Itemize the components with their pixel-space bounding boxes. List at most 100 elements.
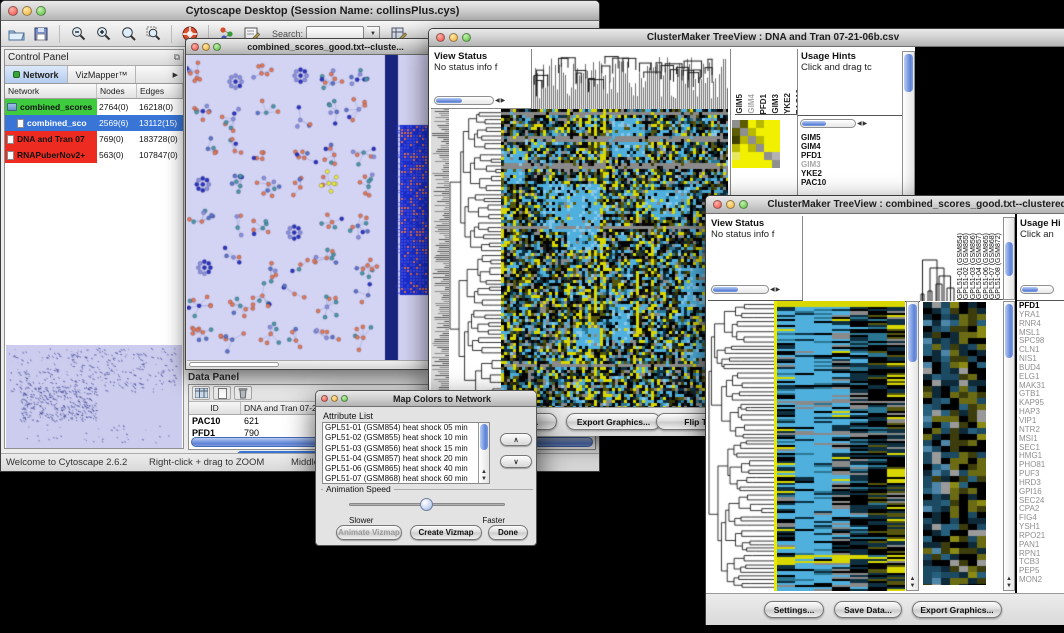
save-icon[interactable] xyxy=(30,24,52,44)
network-table-row[interactable]: DNA and Tran 07769(0)183728(0) xyxy=(5,131,183,147)
settings-button[interactable]: Settings... xyxy=(764,601,824,618)
scroll-up-icon[interactable]: ▲ xyxy=(481,469,487,475)
zoom-window-icon[interactable] xyxy=(739,200,748,209)
scroll-right-icon[interactable]: ▶ xyxy=(863,120,868,128)
row-dendrogram[interactable] xyxy=(449,109,501,407)
view-status-scrollbar[interactable]: ◀ ▶ xyxy=(711,285,780,294)
scroll-up-icon[interactable]: ▲ xyxy=(910,576,916,582)
minimize-icon[interactable] xyxy=(331,395,338,402)
attribute-list-item[interactable]: GPL51-06 (GSM865) heat shock 40 min xyxy=(323,464,478,474)
column-dendrogram[interactable] xyxy=(804,216,956,302)
move-up-button[interactable]: ∧ xyxy=(500,433,532,446)
usage-hints-scrollbar[interactable] xyxy=(1020,285,1054,294)
done-button[interactable]: Done xyxy=(488,525,528,540)
scroll-right-icon[interactable]: ▶ xyxy=(776,286,781,294)
id-column-header[interactable]: ID xyxy=(189,402,241,414)
open-file-icon[interactable] xyxy=(5,24,27,44)
attribute-list-item[interactable]: GPL51-03 (GSM856) heat shock 15 min xyxy=(323,444,478,454)
network-canvas[interactable] xyxy=(187,55,429,360)
treeview2-title-bar[interactable]: ClusterMaker TreeView : combined_scores_… xyxy=(706,196,1064,214)
attribute-list-scrollbar[interactable]: ▲▼ xyxy=(478,423,489,483)
view-status-scrollbar[interactable]: ◀ ▶ xyxy=(434,96,505,105)
heatmap-vscrollbar[interactable]: ▲▼ xyxy=(906,301,919,591)
main-title-bar[interactable]: Cytoscape Desktop (Session Name: collins… xyxy=(1,1,599,21)
column-header[interactable]: Network xyxy=(5,84,97,98)
view-status-text: No status info f xyxy=(431,62,531,73)
scroll-down-icon[interactable]: ▼ xyxy=(1006,583,1012,589)
labels-vscrollbar[interactable] xyxy=(1003,217,1015,300)
scroll-down-icon[interactable]: ▼ xyxy=(910,583,916,589)
column-header[interactable]: Nodes xyxy=(97,84,137,98)
attribute-list-item[interactable]: GPL51-07 (GSM868) heat shock 60 min xyxy=(323,474,478,483)
minimize-icon[interactable] xyxy=(22,6,32,16)
close-icon[interactable] xyxy=(191,43,199,51)
zoom-window-icon[interactable] xyxy=(213,43,221,51)
gene-label[interactable]: GIM5 xyxy=(801,133,826,142)
minimize-icon[interactable] xyxy=(726,200,735,209)
slider-thumb[interactable] xyxy=(420,498,433,511)
gene-list-scrollbar[interactable]: ◀ ▶ xyxy=(800,119,867,128)
scroll-right-icon[interactable]: ▶ xyxy=(501,97,506,105)
minimize-icon[interactable] xyxy=(449,33,458,42)
create-vizmap-button[interactable]: Create Vizmap xyxy=(410,525,482,540)
delete-attribute-icon[interactable] xyxy=(234,386,252,400)
expression-heatmap[interactable] xyxy=(777,301,905,591)
network-window-title-bar[interactable]: combined_scores_good.txt--cluste... xyxy=(186,39,430,55)
minimize-icon[interactable] xyxy=(202,43,210,51)
animate-vizmap-button[interactable]: Animate Vizmap xyxy=(336,525,402,540)
column-dendrogram[interactable] xyxy=(532,49,728,110)
attribute-list-item[interactable]: GPL51-04 (GSM857) heat shock 20 min xyxy=(323,454,478,464)
close-icon[interactable] xyxy=(8,6,18,16)
gene-label[interactable]: YKE2 xyxy=(801,169,826,178)
column-label: GIM4 xyxy=(747,94,756,114)
scroll-down-icon[interactable]: ▼ xyxy=(481,476,487,482)
network-overview-thumbnail[interactable] xyxy=(6,345,182,448)
scroll-left-icon[interactable]: ◀ xyxy=(495,97,500,105)
gene-label[interactable]: GIM3 xyxy=(801,160,826,169)
gene-label[interactable]: GIM4 xyxy=(801,142,826,151)
network-table-row[interactable]: combined_sco2569(6)13112(15) xyxy=(5,115,183,131)
scroll-left-icon[interactable]: ◀ xyxy=(770,286,775,294)
attribute-list-item[interactable]: GPL51-01 (GSM854) heat shock 05 min xyxy=(323,423,478,433)
network-table-row[interactable]: RNAPuberNov2+563(0)107847(0) xyxy=(5,147,183,163)
float-panel-icon[interactable]: ⧉ xyxy=(174,52,180,63)
expression-heatmap[interactable] xyxy=(501,109,728,407)
network-table-row[interactable]: combined_scores2764(0)16218(0) xyxy=(5,99,183,115)
zoom-window-icon[interactable] xyxy=(36,6,46,16)
export-graphics-button[interactable]: Export Graphics... xyxy=(566,413,661,430)
export-graphics-button[interactable]: Export Graphics... xyxy=(912,601,1002,618)
column-header[interactable]: Edges xyxy=(137,84,183,98)
zoom-window-icon[interactable] xyxy=(462,33,471,42)
gene-label[interactable]: PAC10 xyxy=(801,178,826,187)
gene-label[interactable]: MON2 xyxy=(1019,576,1045,585)
zoom-fit-icon[interactable] xyxy=(142,24,164,44)
tab-overflow-icon[interactable]: ▶ xyxy=(168,66,183,83)
attribute-list-item[interactable]: GPL51-02 (GSM855) heat shock 10 min xyxy=(323,433,478,443)
zoom-window-icon[interactable] xyxy=(341,395,348,402)
correlation-matrix-heatmap[interactable] xyxy=(732,120,780,168)
network-hscrollbar[interactable] xyxy=(187,360,429,368)
animation-speed-slider[interactable] xyxy=(349,503,505,506)
network-table: combined_scores2764(0)16218(0)combined_s… xyxy=(5,99,183,163)
row-dendrogram[interactable] xyxy=(708,301,774,591)
save-data-button[interactable]: Save Data... xyxy=(834,601,902,618)
attribute-select-icon[interactable] xyxy=(192,386,210,400)
secondary-heatmap[interactable] xyxy=(923,302,986,585)
gene-list-vscrollbar[interactable]: ▲▼ xyxy=(1003,301,1015,591)
scroll-left-icon[interactable]: ◀ xyxy=(857,120,862,128)
row-labels-strip[interactable] xyxy=(431,109,449,407)
close-icon[interactable] xyxy=(321,395,328,402)
new-attribute-icon[interactable] xyxy=(213,386,231,400)
tab-network[interactable]: Network xyxy=(5,66,68,83)
gene-label[interactable]: PFD1 xyxy=(801,151,826,160)
scroll-up-icon[interactable]: ▲ xyxy=(1006,576,1012,582)
tab-vizmapper[interactable]: VizMapper™ xyxy=(68,66,137,83)
dialog-title-bar[interactable]: Map Colors to Network xyxy=(316,391,536,407)
zoom-in-icon[interactable] xyxy=(92,24,114,44)
treeview1-title-bar[interactable]: ClusterMaker TreeView : DNA and Tran 07-… xyxy=(429,29,1064,47)
close-icon[interactable] xyxy=(436,33,445,42)
move-down-button[interactable]: ∨ xyxy=(500,455,532,468)
close-icon[interactable] xyxy=(713,200,722,209)
zoom-out-icon[interactable] xyxy=(67,24,89,44)
zoom-selected-icon[interactable] xyxy=(117,24,139,44)
